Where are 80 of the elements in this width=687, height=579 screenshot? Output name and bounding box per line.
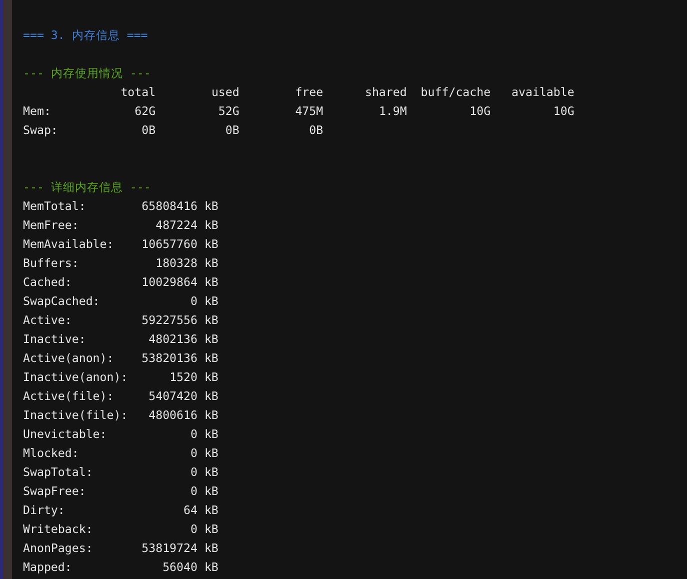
meminfo-label: MemFree: — [23, 217, 80, 234]
meminfo-unit: kB — [204, 331, 218, 348]
table-cell-text: 62G — [134, 103, 156, 120]
meminfo-label: Mapped: — [23, 559, 73, 576]
meminfo-label: Inactive: — [23, 331, 87, 348]
meminfo-value: 56040 — [162, 559, 198, 576]
table-cell-text: 0B — [308, 122, 324, 139]
meminfo-label: Dirty: — [23, 502, 66, 519]
meminfo-label: Active(file): — [23, 388, 115, 405]
meminfo-value: 53819724 — [140, 540, 198, 557]
meminfo-unit: kB — [204, 559, 218, 576]
table-cell-text: 475M — [294, 103, 324, 120]
meminfo-value: 0 — [190, 464, 198, 481]
meminfo-value: 180328 — [154, 255, 198, 272]
column-header: free — [294, 84, 324, 101]
column-header: shared — [364, 84, 407, 101]
meminfo-unit: kB — [204, 236, 218, 253]
meminfo-value: 0 — [190, 483, 198, 500]
meminfo-label: Unevictable: — [23, 426, 108, 443]
table-cell-text: 52G — [217, 103, 240, 120]
meminfo-value: 0 — [190, 445, 198, 462]
meminfo-value: 10657760 — [140, 236, 198, 253]
meminfo-label: Cached: — [23, 274, 73, 291]
meminfo-value: 1520 — [168, 369, 198, 386]
meminfo-value: 0 — [190, 293, 198, 310]
table-cell-text: 10G — [552, 103, 574, 120]
meminfo-label: SwapTotal: — [23, 464, 94, 481]
meminfo-label: Mlocked: — [23, 445, 80, 462]
meminfo-unit: kB — [204, 426, 218, 443]
meminfo-label: AnonPages: — [23, 540, 94, 557]
meminfo-unit: kB — [204, 369, 218, 386]
meminfo-value: 53820136 — [140, 350, 198, 367]
column-header: buff/cache — [420, 84, 491, 101]
meminfo-label: SwapFree: — [23, 483, 87, 500]
meminfo-unit: kB — [204, 407, 218, 424]
meminfo-label: Inactive(file): — [23, 407, 129, 424]
meminfo-value: 10029864 — [140, 274, 198, 291]
usage-heading: --- 内存使用情况 --- — [23, 65, 152, 82]
meminfo-label: Active(anon): — [23, 350, 115, 367]
row-label: Swap: — [23, 122, 59, 139]
table-cell-text: 0B — [224, 122, 240, 139]
meminfo-unit: kB — [204, 388, 218, 405]
column-header: used — [210, 84, 240, 101]
meminfo-unit: kB — [204, 445, 218, 462]
column-header: available — [510, 84, 574, 101]
column-header: total — [120, 84, 156, 101]
meminfo-unit: kB — [204, 198, 218, 215]
meminfo-unit: kB — [204, 312, 218, 329]
meminfo-unit: kB — [204, 350, 218, 367]
meminfo-value: 65808416 — [140, 198, 198, 215]
meminfo-unit: kB — [204, 483, 218, 500]
meminfo-unit: kB — [204, 274, 218, 291]
meminfo-value: 64 — [182, 502, 198, 519]
meminfo-unit: kB — [204, 217, 218, 234]
meminfo-value: 4802136 — [148, 331, 198, 348]
meminfo-value: 0 — [190, 521, 198, 538]
meminfo-label: MemTotal: — [23, 198, 87, 215]
meminfo-unit: kB — [204, 502, 218, 519]
table-cell-text: 0B — [140, 122, 156, 139]
meminfo-unit: kB — [204, 464, 218, 481]
table-cell-text: 10G — [468, 103, 491, 120]
details-heading: --- 详细内存信息 --- — [23, 179, 152, 196]
section-heading: === 3. 内存信息 === — [23, 27, 149, 44]
meminfo-unit: kB — [204, 521, 218, 538]
meminfo-unit: kB — [204, 255, 218, 272]
row-label: Mem: — [23, 103, 52, 120]
meminfo-label: Active: — [23, 312, 73, 329]
meminfo-label: Writeback: — [23, 521, 94, 538]
meminfo-label: Buffers: — [23, 255, 80, 272]
meminfo-value: 5407420 — [148, 388, 198, 405]
table-cell-text: 1.9M — [378, 103, 407, 120]
meminfo-value: 0 — [190, 426, 198, 443]
meminfo-value: 59227556 — [140, 312, 198, 329]
meminfo-unit: kB — [204, 293, 218, 310]
meminfo-value: 4800616 — [148, 407, 198, 424]
meminfo-value: 487224 — [154, 217, 198, 234]
meminfo-unit: kB — [204, 540, 218, 557]
meminfo-label: Inactive(anon): — [23, 369, 129, 386]
meminfo-label: SwapCached: — [23, 293, 101, 310]
meminfo-label: MemAvailable: — [23, 236, 115, 253]
